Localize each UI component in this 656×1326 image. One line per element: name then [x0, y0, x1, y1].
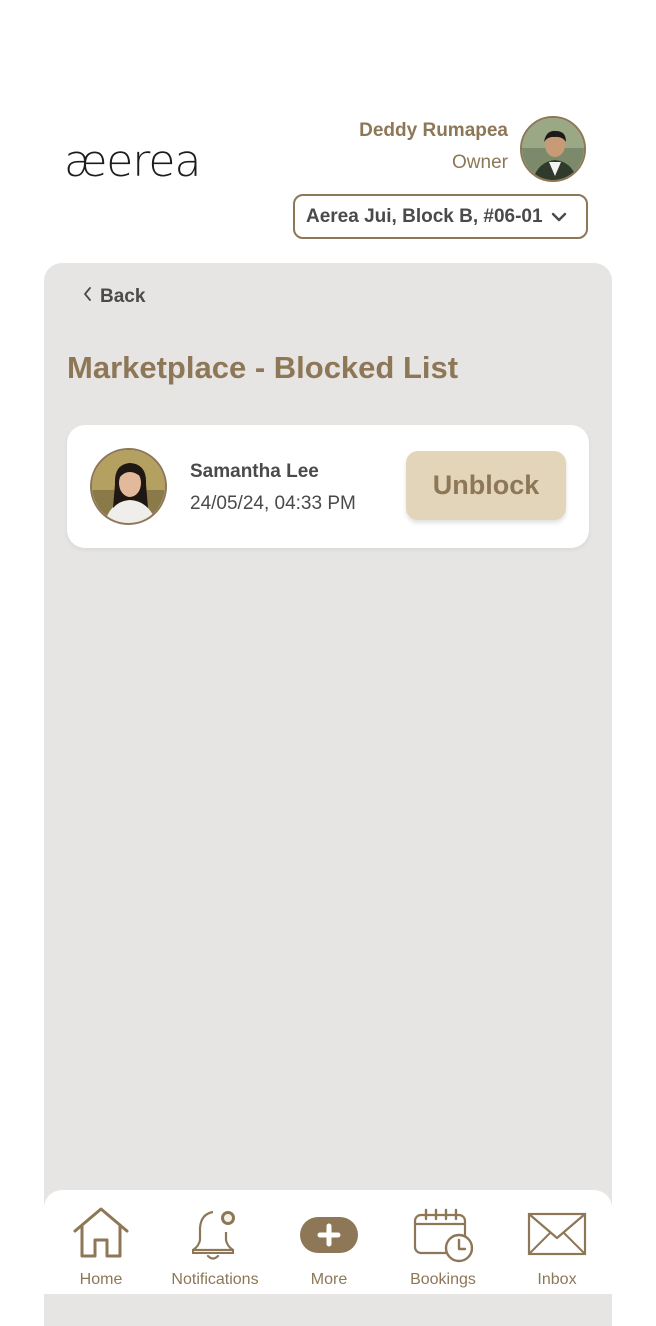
- nav-label-notifications: Notifications: [171, 1271, 259, 1288]
- user-avatar-image: [522, 118, 584, 180]
- unit-selector-label: Aerea Jui, Block B, #06-01: [306, 205, 543, 227]
- nav-item-inbox[interactable]: Inbox: [500, 1190, 614, 1294]
- blocked-timestamp: 24/05/24, 04:33 PM: [190, 493, 356, 514]
- back-label: Back: [100, 286, 146, 307]
- nav-label-home: Home: [79, 1271, 123, 1288]
- unblock-button[interactable]: Unblock: [406, 451, 566, 520]
- nav-item-notifications[interactable]: Notifications: [158, 1190, 272, 1294]
- blocked-user-card: Samantha Lee 24/05/24, 04:33 PM Unblock: [67, 425, 589, 548]
- nav-label-more: More: [310, 1271, 348, 1288]
- user-role: Owner: [452, 152, 508, 173]
- unit-selector[interactable]: Aerea Jui, Block B, #06-01: [293, 194, 588, 239]
- plus-icon: [299, 1216, 359, 1259]
- nav-item-home[interactable]: Home: [44, 1190, 158, 1294]
- content-panel: [44, 263, 612, 1326]
- calendar-clock-icon: [412, 1206, 474, 1269]
- app-logo: æerea: [64, 136, 201, 187]
- blocked-user-avatar-image: [92, 450, 165, 523]
- blocked-user-name: Samantha Lee: [190, 461, 319, 482]
- bell-icon: [187, 1206, 243, 1267]
- nav-label-bookings: Bookings: [410, 1271, 476, 1288]
- nav-item-bookings[interactable]: Bookings: [386, 1190, 500, 1294]
- bottom-nav: Home Notifications More Bookings Inbox: [44, 1190, 612, 1294]
- page-title: Marketplace - Blocked List: [67, 350, 459, 385]
- avatar: [90, 448, 167, 525]
- chevron-left-icon: [82, 286, 92, 308]
- envelope-icon: [527, 1212, 587, 1261]
- home-icon: [72, 1206, 130, 1265]
- user-avatar[interactable]: [520, 116, 586, 182]
- nav-item-more[interactable]: More: [272, 1190, 386, 1294]
- nav-label-inbox: Inbox: [537, 1271, 577, 1288]
- back-button[interactable]: Back: [82, 286, 145, 308]
- user-info: Deddy Rumapea Owner: [359, 118, 508, 176]
- chevron-down-icon: [550, 208, 568, 232]
- user-name: Deddy Rumapea: [359, 120, 508, 141]
